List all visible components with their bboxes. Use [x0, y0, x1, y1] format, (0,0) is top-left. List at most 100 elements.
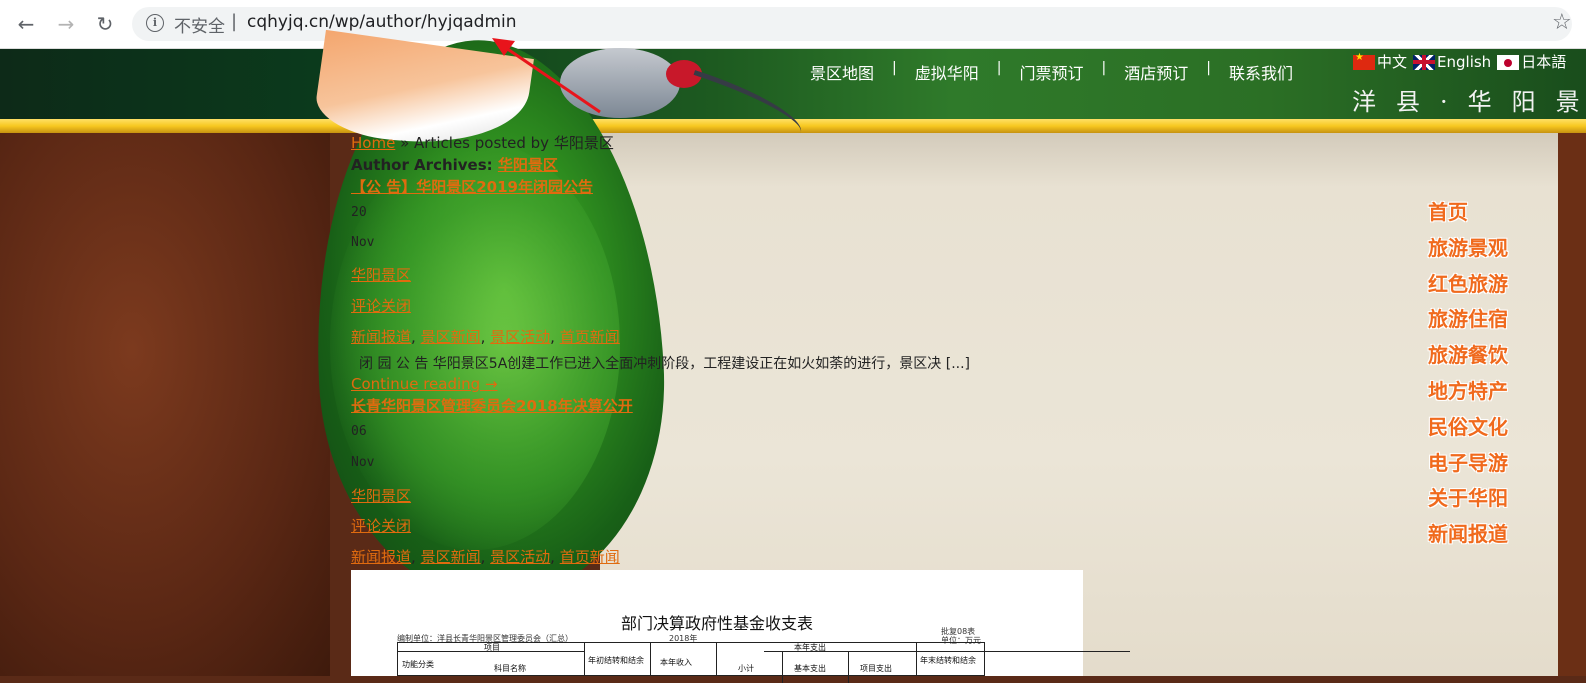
category-link[interactable]: 首页新闻	[560, 328, 620, 346]
breadcrumb-separator: »	[400, 134, 410, 152]
reload-icon[interactable]: ↻	[91, 10, 119, 38]
post-author-link[interactable]: 华阳景区	[351, 264, 411, 285]
post-excerpt: 闭 园 公 告 华阳景区5A创建工作已进入全面冲刺阶段，工程建设正在如火如荼的进…	[359, 356, 971, 372]
language-switcher: 中文 English 日本語	[1353, 51, 1566, 72]
nav-virtual-huayang[interactable]: 虚拟华阳	[915, 60, 979, 84]
table-divider	[916, 643, 917, 675]
post-month: Nov	[351, 235, 375, 250]
header-income: 本年收入	[660, 658, 692, 667]
site-calligraphy-logo: 洋县·华阳景区	[1352, 88, 1586, 116]
post-title-link[interactable]: 长青华阳景区管理委员会2018年决算公开	[351, 397, 633, 415]
nav-separator: |	[996, 60, 1002, 76]
right-frame	[1558, 133, 1586, 676]
uk-flag-icon	[1413, 54, 1436, 70]
post-day: 20	[351, 205, 367, 220]
side-menu: 首页 旅游景观 红色旅游 旅游住宿 旅游餐饮 地方特产 民俗文化 电子导游 关于…	[1428, 198, 1508, 556]
category-link[interactable]: 景区新闻	[421, 328, 481, 346]
side-menu-e-guide[interactable]: 电子导游	[1428, 449, 1508, 485]
post-categories: 新闻报道, 景区新闻, 景区活动, 首页新闻	[351, 546, 620, 567]
breadcrumb-home[interactable]: Home	[351, 134, 395, 152]
category-link[interactable]: 景区活动	[490, 328, 550, 346]
forward-icon[interactable]: →	[52, 10, 80, 38]
browser-toolbar: ← → ↻ i 不安全 | cqhyjq.cn/wp/author/hyjqad…	[0, 0, 1586, 49]
security-status[interactable]: 不安全	[174, 12, 225, 37]
nav-scenic-map[interactable]: 景区地图	[810, 60, 874, 84]
top-nav: 景区地图 | 虚拟华阳 | 门票预订 | 酒店预订 | 联系我们	[810, 60, 1293, 84]
budget-report-image[interactable]: 部门决算政府性基金收支表 编制单位：洋县长青华阳景区管理委员会（汇总） 2018…	[351, 570, 1130, 683]
category-separator: ,	[550, 548, 555, 566]
back-icon[interactable]: ←	[12, 10, 40, 38]
side-menu-home[interactable]: 首页	[1428, 198, 1508, 234]
author-archive-heading: Author Archives: 华阳景区	[351, 155, 558, 175]
category-separator: ,	[550, 328, 555, 346]
nav-contact-us[interactable]: 联系我们	[1229, 60, 1293, 84]
ibis-body-decoration	[560, 48, 680, 118]
side-menu-scenery[interactable]: 旅游景观	[1428, 234, 1508, 270]
wood-background	[0, 133, 330, 676]
post-day: 06	[351, 424, 367, 439]
lang-english[interactable]: English	[1413, 53, 1491, 71]
lang-japanese[interactable]: 日本語	[1497, 51, 1566, 72]
side-menu-about[interactable]: 关于华阳	[1428, 484, 1508, 520]
category-separator: ,	[480, 548, 486, 566]
subheader-project: 项目支出	[860, 664, 892, 673]
bookmark-star-icon[interactable]: ☆	[1552, 10, 1572, 35]
post-title-link[interactable]: 【公 告】华阳景区2019年闭园公告	[351, 178, 593, 196]
post-title: 【公 告】华阳景区2019年闭园公告	[351, 177, 593, 197]
table-divider	[782, 651, 783, 683]
nav-separator: |	[1206, 60, 1211, 76]
side-menu-folk-culture[interactable]: 民俗文化	[1428, 413, 1508, 449]
side-menu-dining[interactable]: 旅游餐饮	[1428, 341, 1508, 377]
nav-separator: |	[1101, 60, 1107, 76]
post-comments-link[interactable]: 评论关闭	[351, 515, 411, 536]
breadcrumb-current: Articles posted by 华阳景区	[414, 134, 614, 152]
post-title: 长青华阳景区管理委员会2018年决算公开	[351, 396, 633, 416]
subheader-subject: 科目名称	[494, 664, 526, 673]
url-text[interactable]: cqhyjq.cn/wp/author/hyjqadmin	[247, 12, 517, 32]
nav-hotel-booking[interactable]: 酒店预订	[1124, 60, 1188, 84]
japan-flag-icon	[1497, 55, 1520, 70]
lang-chinese[interactable]: 中文	[1353, 51, 1407, 72]
address-separator: |	[231, 11, 238, 32]
header-closing-balance: 年末结转和结余	[920, 656, 976, 665]
lang-chinese-label: 中文	[1377, 53, 1408, 71]
side-menu-news[interactable]: 新闻报道	[1428, 520, 1508, 556]
header-opening-balance: 年初结转和结余	[588, 656, 644, 665]
post-categories: 新闻报道, 景区新闻, 景区活动, 首页新闻	[351, 326, 620, 347]
category-link[interactable]: 首页新闻	[560, 548, 620, 566]
table-divider	[584, 643, 585, 675]
category-link[interactable]: 景区活动	[490, 548, 550, 566]
subheader-basic: 基本支出	[794, 664, 826, 673]
side-menu-local-products[interactable]: 地方特产	[1428, 377, 1508, 413]
report-table: 项目 年初结转和结余 本年收入 本年支出 年末结转和结余 功能分类 科目名称 小…	[397, 642, 1130, 683]
lang-english-label: English	[1437, 52, 1492, 71]
side-menu-lodging[interactable]: 旅游住宿	[1428, 305, 1508, 341]
post-month: Nov	[351, 455, 375, 470]
subheader-function: 功能分类	[402, 660, 434, 669]
lang-japanese-label: 日本語	[1521, 53, 1567, 71]
category-separator: ,	[411, 328, 416, 346]
author-archive-link[interactable]: 华阳景区	[498, 156, 558, 174]
breadcrumb: Home » Articles posted by 华阳景区	[351, 133, 614, 153]
category-separator: ,	[480, 328, 486, 346]
nav-ticket-booking[interactable]: 门票预订	[1019, 60, 1083, 84]
post-comments-link[interactable]: 评论关闭	[351, 295, 411, 316]
report-table-number: 批复08表	[941, 627, 976, 636]
site-header	[0, 49, 1586, 119]
category-separator: ,	[411, 548, 416, 566]
category-link[interactable]: 新闻报道	[351, 328, 411, 346]
china-flag-icon	[1353, 52, 1375, 70]
subheader-subtotal: 小计	[738, 664, 754, 673]
post-author-link[interactable]: 华阳景区	[351, 485, 411, 506]
header-expenditure: 本年支出	[794, 643, 826, 652]
info-icon[interactable]: i	[146, 14, 164, 32]
table-divider	[848, 651, 849, 683]
table-divider	[650, 643, 651, 675]
nav-separator: |	[892, 60, 897, 76]
category-link[interactable]: 新闻报道	[351, 548, 411, 566]
continue-reading-link[interactable]: Continue reading →	[351, 375, 498, 393]
side-menu-red-tourism[interactable]: 红色旅游	[1428, 270, 1508, 306]
author-archive-label: Author Archives:	[351, 156, 493, 174]
category-link[interactable]: 景区新闻	[421, 548, 481, 566]
table-divider	[716, 643, 717, 675]
